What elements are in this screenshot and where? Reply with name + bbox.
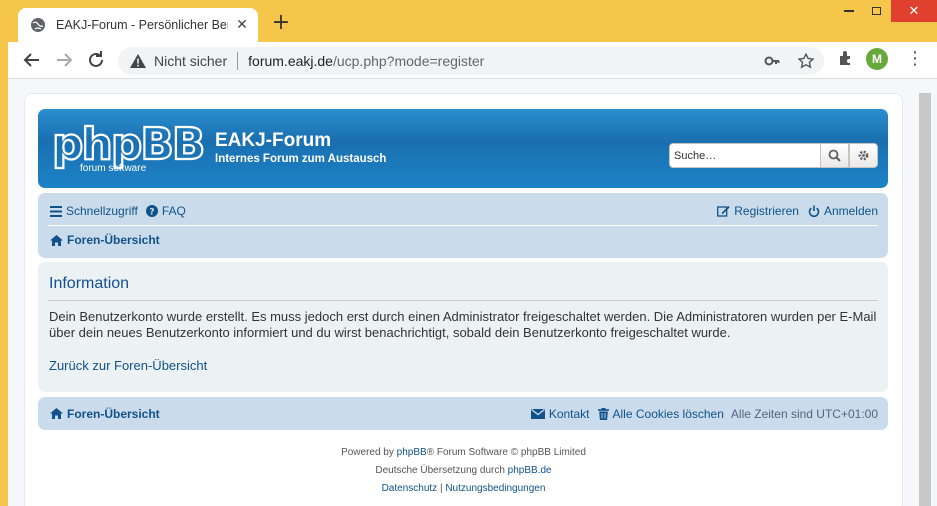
panel-title: Information bbox=[49, 275, 130, 292]
delete-cookies-label: Alle Cookies löschen bbox=[612, 406, 724, 421]
home-icon bbox=[50, 408, 63, 419]
panel-message: Dein Benutzerkonto wurde erstellt. Es mu… bbox=[49, 309, 877, 340]
breadcrumb: Foren-Übersicht bbox=[50, 233, 168, 247]
home-icon bbox=[50, 234, 63, 246]
footer-navbar: Foren-Übersicht Kontakt Alle Cookies lös… bbox=[38, 397, 888, 430]
footer-home-link[interactable]: Foren-Übersicht bbox=[50, 407, 160, 421]
page-wrap: phpBB forum software EAKJ-Forum Internes… bbox=[24, 93, 903, 506]
quicklinks-menu[interactable]: Schnellzugriff bbox=[50, 204, 138, 218]
contact-label: Kontakt bbox=[548, 406, 590, 421]
maximize-button[interactable] bbox=[860, 0, 892, 22]
page-scrollbar[interactable] bbox=[919, 93, 931, 506]
search-button[interactable] bbox=[820, 143, 849, 168]
quicklinks-label: Schnellzugriff bbox=[66, 204, 138, 218]
power-icon bbox=[808, 205, 820, 217]
bars-icon bbox=[50, 205, 62, 217]
address-bar[interactable]: Nicht sicher forum.eakj.de/ucp.php?mode=… bbox=[118, 47, 824, 75]
phpbb-logo[interactable]: phpBB forum software bbox=[52, 119, 204, 175]
tab-title: EAKJ-Forum - Persönlicher Bereich bbox=[56, 18, 228, 32]
breadcrumb-home[interactable]: Foren-Übersicht bbox=[50, 233, 160, 247]
search-input[interactable] bbox=[669, 143, 820, 168]
powered-by-line: Powered by phpBB® Forum Software © phpBB… bbox=[25, 444, 902, 462]
key-icon[interactable] bbox=[764, 53, 780, 69]
browser-menu-icon[interactable]: ⋮ bbox=[906, 48, 924, 70]
contact-link[interactable]: Kontakt bbox=[530, 406, 590, 421]
trash-icon bbox=[597, 407, 609, 420]
login-label: Anmelden bbox=[823, 204, 878, 218]
minimize-icon bbox=[844, 10, 854, 12]
back-button[interactable] bbox=[20, 48, 44, 72]
phpbb-de-link[interactable]: phpBB.de bbox=[508, 465, 552, 476]
url-host: forum.eakj.de bbox=[248, 53, 333, 69]
envelope-icon bbox=[530, 408, 545, 419]
globe-icon bbox=[31, 18, 45, 32]
register-link[interactable]: Registrieren bbox=[717, 204, 799, 218]
maximize-icon bbox=[871, 7, 881, 15]
breadcrumb-home-label: Foren-Übersicht bbox=[67, 233, 160, 247]
faq-label: FAQ bbox=[161, 204, 186, 218]
close-icon: ✕ bbox=[908, 3, 920, 19]
translation-prefix: Deutsche Übersetzung durch bbox=[375, 465, 508, 476]
privacy-link[interactable]: Datenschutz bbox=[382, 483, 438, 494]
arrow-left-icon bbox=[23, 53, 39, 67]
copyright-footer: Powered by phpBB® Forum Software © phpBB… bbox=[25, 444, 902, 498]
page-viewport: phpBB forum software EAKJ-Forum Internes… bbox=[8, 78, 937, 506]
advanced-search-button[interactable] bbox=[849, 143, 878, 168]
site-description: Internes Forum zum Austausch bbox=[215, 153, 387, 165]
terms-link[interactable]: Nutzungsbedingungen bbox=[445, 483, 545, 494]
forward-button[interactable] bbox=[52, 48, 76, 72]
search-icon bbox=[828, 149, 841, 162]
information-panel: Information Dein Benutzerkonto wurde ers… bbox=[38, 262, 888, 392]
powered-by-prefix: Powered by bbox=[341, 447, 397, 458]
browser-tab[interactable]: EAKJ-Forum - Persönlicher Bereich ✕ bbox=[18, 8, 258, 42]
timezone-info: Alle Zeiten sind UTC+01:00 bbox=[730, 406, 878, 421]
back-to-index-link[interactable]: Zurück zur Foren-Übersicht bbox=[49, 358, 207, 373]
delete-cookies-link[interactable]: Alle Cookies löschen bbox=[597, 406, 724, 421]
powered-by-suffix: ® Forum Software © phpBB Limited bbox=[426, 447, 586, 458]
phpbb-link[interactable]: phpBB bbox=[397, 447, 427, 458]
url-path: /ucp.php?mode=register bbox=[332, 53, 485, 69]
gear-icon bbox=[858, 150, 869, 161]
warning-icon bbox=[130, 54, 146, 68]
legal-links: Datenschutz | Nutzungsbedingungen bbox=[25, 480, 902, 498]
profile-avatar[interactable]: M bbox=[866, 48, 888, 70]
reload-button[interactable] bbox=[84, 48, 108, 72]
url-separator bbox=[237, 52, 239, 70]
svg-text:?: ? bbox=[149, 208, 154, 218]
window-titlebar: EAKJ-Forum - Persönlicher Bereich ✕ + ✕ bbox=[0, 0, 937, 42]
star-icon[interactable] bbox=[798, 53, 814, 69]
panel-divider bbox=[48, 300, 878, 301]
browser-toolbar: Nicht sicher forum.eakj.de/ucp.php?mode=… bbox=[8, 42, 937, 78]
site-header: phpBB forum software EAKJ-Forum Internes… bbox=[38, 109, 888, 188]
site-title[interactable]: EAKJ-Forum bbox=[215, 130, 331, 152]
extensions-icon[interactable] bbox=[838, 50, 854, 66]
window-close-button[interactable]: ✕ bbox=[891, 0, 937, 22]
login-link[interactable]: Anmelden bbox=[808, 204, 878, 218]
not-secure-label[interactable]: Nicht sicher bbox=[154, 53, 227, 69]
question-circle-icon: ? bbox=[145, 205, 158, 218]
footer-home-label: Foren-Übersicht bbox=[67, 406, 160, 421]
arrow-right-icon bbox=[57, 53, 73, 67]
translation-line: Deutsche Übersetzung durch phpBB.de bbox=[25, 462, 902, 480]
close-tab-icon[interactable]: ✕ bbox=[234, 17, 250, 33]
search-box bbox=[669, 143, 878, 168]
navbar: Schnellzugriff ? FAQ Registrieren Anmeld… bbox=[38, 193, 888, 258]
faq-link[interactable]: ? FAQ bbox=[145, 204, 186, 218]
register-label: Registrieren bbox=[734, 204, 799, 218]
navbar-divider bbox=[48, 225, 878, 226]
edit-icon bbox=[717, 206, 730, 217]
new-tab-button[interactable]: + bbox=[270, 12, 292, 34]
logo-subtext: forum software bbox=[80, 163, 147, 174]
reload-icon bbox=[89, 51, 103, 67]
